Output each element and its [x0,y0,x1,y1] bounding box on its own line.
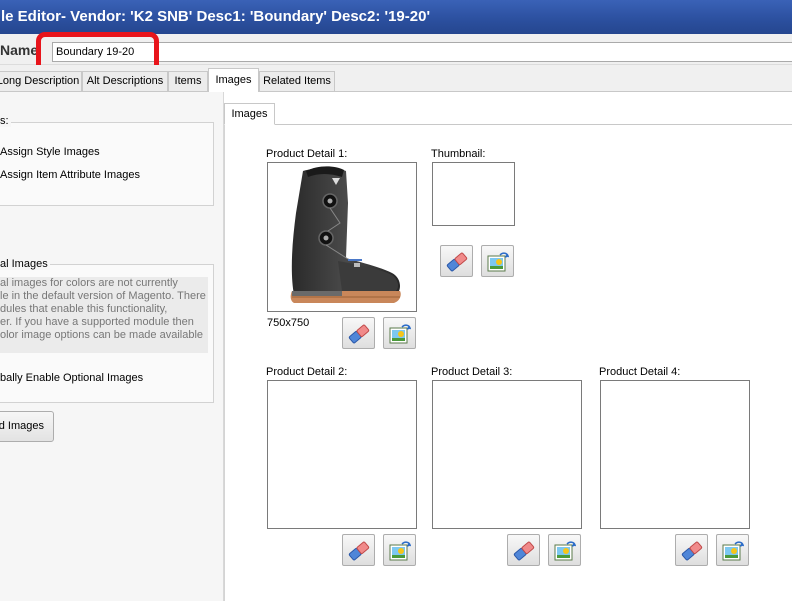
product-detail-4-label: Product Detail 4: [599,366,681,378]
product-detail-2-label: Product Detail 2: [266,366,348,378]
clear-image-button[interactable] [342,317,375,349]
clear-image-button[interactable] [507,534,540,566]
thumbnail-label: Thumbnail: [431,148,486,160]
product-detail-3-label: Product Detail 3: [431,366,513,378]
image-assign-group [0,122,214,206]
optional-images-notice: al images for colors are not currently l… [0,277,208,353]
add-images-button[interactable]: d Images [0,411,54,442]
product-detail-1-dimensions: 750x750 [267,317,310,329]
tab-alt-descriptions[interactable]: Alt Descriptions [82,71,168,91]
notice-line: er. If you have a supported module then [0,316,194,328]
thumbnail-image[interactable] [432,162,515,226]
load-image-icon [389,324,411,344]
notice-line: dules that enable this functionality, [0,303,168,315]
tab-related-items[interactable]: Related Items [259,71,335,91]
load-image-button[interactable] [481,245,514,277]
tab-images[interactable]: Images [208,68,259,92]
load-image-button[interactable] [716,534,749,566]
assign-item-attribute-images-option[interactable]: Assign Item Attribute Images [0,169,140,181]
inner-tab-images[interactable]: Images [224,103,275,125]
product-detail-2-image[interactable] [267,380,417,529]
clear-image-button[interactable] [675,534,708,566]
name-input[interactable] [52,42,792,62]
name-label: Name [0,42,39,58]
product-detail-1-label: Product Detail 1: [266,148,348,160]
eraser-icon [446,252,468,272]
load-image-button[interactable] [548,534,581,566]
image-assign-group-title: s: [0,115,11,127]
load-image-icon [554,541,576,561]
notice-line: le in the default version of Magento. Th… [0,290,206,302]
notice-line: al images for colors are not currently [0,277,178,289]
product-detail-4-image[interactable] [600,380,750,529]
tab-long-description[interactable]: Long Description [0,71,82,91]
load-image-button[interactable] [383,317,416,349]
notice-line: olor image options can be made available [0,329,204,341]
load-image-icon [487,252,509,272]
assign-style-images-option[interactable]: Assign Style Images [0,146,100,158]
inner-tab-line [225,124,792,125]
eraser-icon [681,541,703,561]
product-detail-3-image[interactable] [432,380,582,529]
eraser-icon [513,541,535,561]
clear-image-button[interactable] [440,245,473,277]
snowboard-boot-image [290,166,401,303]
load-image-button[interactable] [383,534,416,566]
tab-items[interactable]: Items [168,71,208,91]
eraser-icon [348,324,370,344]
enable-optional-images-option[interactable]: bally Enable Optional Images [0,372,143,384]
load-image-icon [722,541,744,561]
product-detail-1-image[interactable] [267,162,417,312]
optional-images-group-title: al Images [0,258,50,270]
load-image-icon [389,541,411,561]
inner-panel-border [224,125,225,601]
clear-image-button[interactable] [342,534,375,566]
eraser-icon [348,541,370,561]
window-title: le Editor- Vendor: 'K2 SNB' Desc1: 'Boun… [0,0,792,34]
